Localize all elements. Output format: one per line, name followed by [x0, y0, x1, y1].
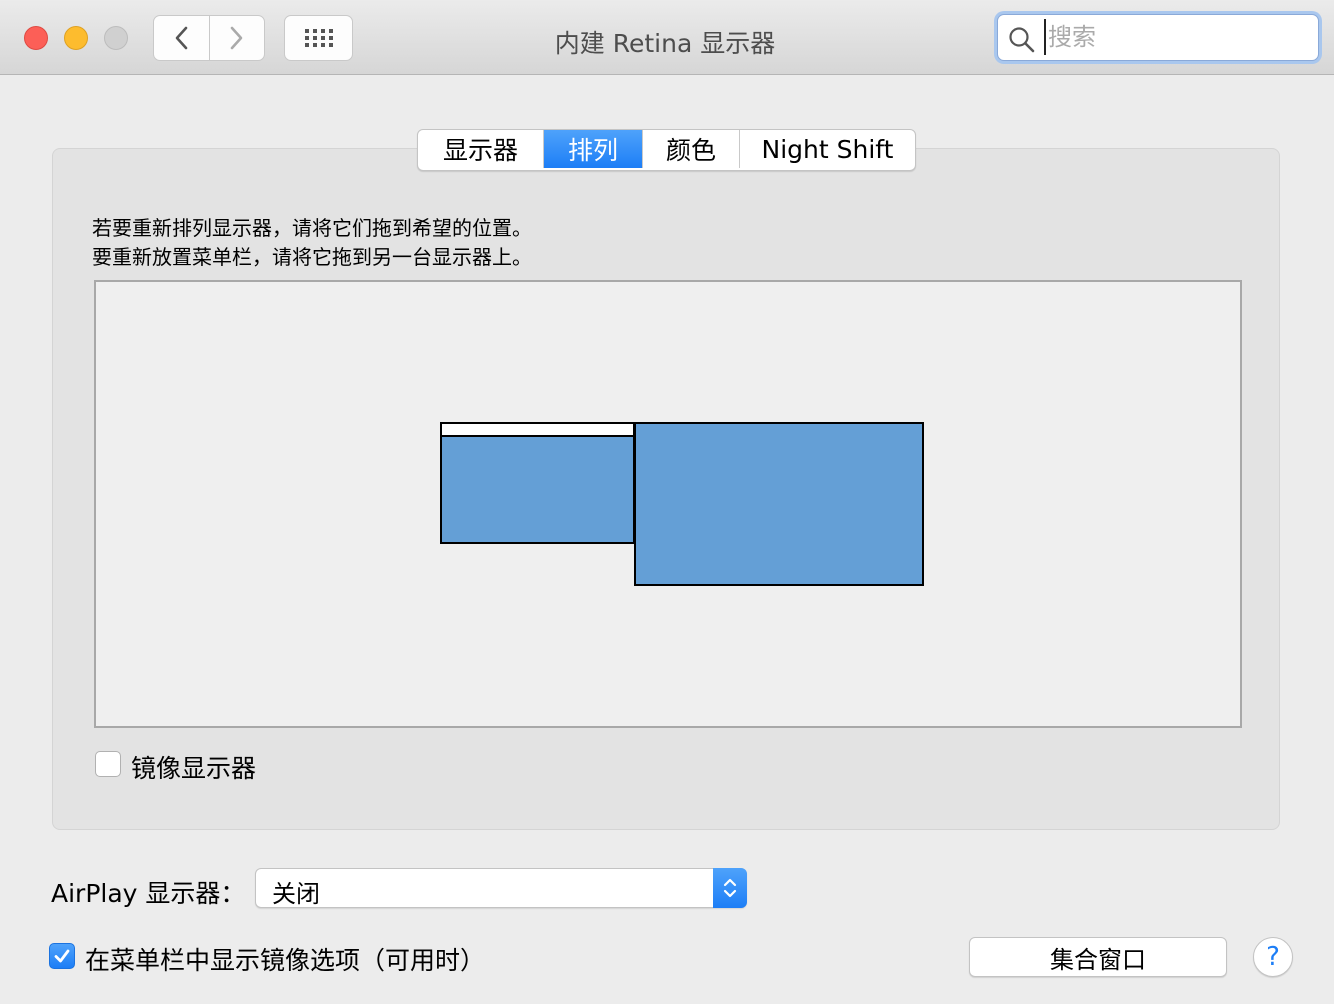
close-window-button[interactable] [24, 26, 48, 50]
tab-night-shift[interactable]: Night Shift [739, 130, 915, 168]
grid-icon [304, 29, 333, 47]
tab-color[interactable]: 颜色 [642, 130, 739, 168]
window-title: 内建 Retina 显示器 [554, 29, 776, 58]
show-mirroring-checkbox[interactable] [49, 943, 75, 969]
forward-button[interactable] [208, 16, 265, 60]
chevron-right-icon [230, 26, 243, 50]
tab-arrangement[interactable]: 排列 [543, 130, 642, 168]
mirror-displays-checkbox[interactable] [95, 751, 121, 777]
search-input[interactable] [1044, 19, 1308, 55]
display-external[interactable] [634, 422, 924, 586]
display-builtin[interactable] [440, 422, 635, 544]
navigation-buttons [153, 15, 265, 61]
show-mirroring-label: 在菜单栏中显示镜像选项（可用时） [85, 946, 486, 975]
show-all-button[interactable] [284, 15, 353, 61]
checkmark-icon [54, 949, 70, 963]
chevron-left-icon [175, 26, 188, 50]
zoom-window-button [104, 26, 128, 50]
arrangement-instruction-2: 要重新放置菜单栏，请将它拖到另一台显示器上。 [92, 245, 532, 269]
search-box [997, 14, 1319, 61]
help-button[interactable]: ? [1253, 937, 1293, 977]
minimize-window-button[interactable] [64, 26, 88, 50]
back-button[interactable] [154, 16, 209, 60]
search-icon [1009, 27, 1035, 53]
title-bar: 内建 Retina 显示器 [0, 0, 1334, 75]
arrangement-instruction-1: 若要重新排列显示器，请将它们拖到希望的位置。 [92, 216, 532, 240]
updown-arrows-icon [713, 868, 747, 908]
airplay-label: AirPlay 显示器： [51, 879, 246, 908]
display-arrangement-area [94, 280, 1242, 728]
search-field [994, 11, 1322, 64]
menu-bar-handle[interactable] [442, 424, 633, 437]
airplay-select-value: 关闭 [272, 880, 320, 908]
mirror-displays-label: 镜像显示器 [131, 754, 257, 783]
airplay-select[interactable]: 关闭 [255, 868, 747, 908]
tab-bar: 显示器 排列 颜色 Night Shift [417, 129, 916, 171]
gather-windows-button[interactable]: 集合窗口 [969, 937, 1227, 977]
tab-display[interactable]: 显示器 [418, 130, 543, 168]
